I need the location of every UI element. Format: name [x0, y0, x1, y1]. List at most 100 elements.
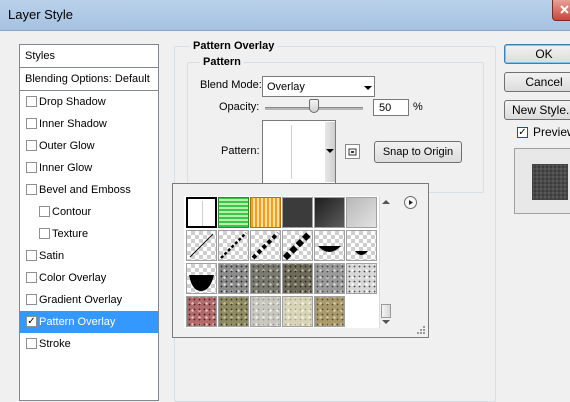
- opacity-value: 50: [379, 102, 392, 114]
- title-bar: Layer Style: [0, 0, 570, 31]
- style-item-label: Inner Shadow: [39, 118, 107, 130]
- pattern-swatch-red-granite[interactable]: [186, 296, 217, 327]
- opacity-unit: %: [413, 101, 423, 113]
- close-icon: [560, 5, 569, 14]
- chevron-down-icon: [364, 86, 372, 90]
- style-checkbox[interactable]: [26, 162, 37, 173]
- pattern-swatch-pale-stone[interactable]: [250, 296, 281, 327]
- popup-scrollbar[interactable]: [379, 196, 392, 328]
- style-item-label: Color Overlay: [39, 272, 107, 284]
- style-item-texture[interactable]: Texture: [20, 223, 158, 245]
- pattern-swatch-white-paper[interactable]: [186, 197, 217, 228]
- style-item-label: Contour: [52, 206, 92, 218]
- style-item-label: Stroke: [39, 338, 71, 350]
- style-item-pattern-overlay[interactable]: ✓ Pattern Overlay: [20, 311, 158, 333]
- style-item-label: Satin: [39, 250, 65, 262]
- resize-grip-icon[interactable]: [416, 325, 426, 335]
- close-button[interactable]: [552, 0, 570, 21]
- pattern-swatch-checker-diag-dash[interactable]: [250, 230, 281, 261]
- style-checkbox[interactable]: [26, 118, 37, 129]
- pattern-swatch-dark-gradient[interactable]: [314, 197, 345, 228]
- window-title: Layer Style: [8, 7, 74, 22]
- blending-options-item[interactable]: Blending Options: Default: [20, 68, 158, 91]
- style-checkbox[interactable]: [26, 140, 37, 151]
- pattern-swatch-granite-gray[interactable]: [218, 263, 249, 294]
- style-item-stroke[interactable]: Stroke: [20, 333, 158, 355]
- style-checkbox[interactable]: [26, 272, 37, 283]
- cancel-button[interactable]: Cancel: [504, 72, 570, 92]
- pattern-swatch-stone-gray[interactable]: [314, 263, 345, 294]
- style-checkbox[interactable]: [39, 206, 50, 217]
- styles-list: Styles Blending Options: Default Drop Sh…: [19, 44, 159, 401]
- pattern-swatch-speckled-white[interactable]: [346, 263, 377, 294]
- style-item-label: Inner Glow: [39, 162, 93, 174]
- scroll-up-icon[interactable]: [382, 200, 390, 204]
- ok-button[interactable]: OK: [504, 44, 570, 64]
- pattern-swatch-checker-diag-bold[interactable]: [282, 230, 313, 261]
- styles-header[interactable]: Styles: [20, 45, 158, 68]
- pattern-swatch-cream-stone[interactable]: [282, 296, 313, 327]
- style-item-satin[interactable]: Satin: [20, 245, 158, 267]
- pattern-swatch-rock-gray[interactable]: [250, 263, 281, 294]
- pattern-dropdown-button[interactable]: [325, 122, 335, 182]
- preview-label: Preview: [533, 125, 570, 139]
- style-item-bevel-and-emboss[interactable]: Bevel and Emboss: [20, 179, 158, 201]
- style-item-contour[interactable]: Contour: [20, 201, 158, 223]
- style-checkbox[interactable]: [39, 228, 50, 239]
- scroll-down-icon[interactable]: [382, 320, 390, 324]
- pattern-picker[interactable]: [262, 120, 336, 184]
- blend-mode-dropdown[interactable]: Overlay: [262, 76, 375, 97]
- blend-mode-label: Blend Mode:: [200, 79, 262, 91]
- pattern-overlay-title: Pattern Overlay: [190, 40, 278, 52]
- popup-menu-button[interactable]: [404, 196, 417, 209]
- style-checkbox[interactable]: [26, 184, 37, 195]
- pattern-swatch-green-maze[interactable]: [218, 197, 249, 228]
- style-item-label: Texture: [52, 228, 89, 240]
- scroll-thumb[interactable]: [381, 304, 391, 318]
- pattern-swatch-grid: [184, 196, 379, 328]
- style-item-label: Gradient Overlay: [39, 294, 123, 306]
- pattern-swatch-dark-gray[interactable]: [282, 197, 313, 228]
- new-preset-icon: [348, 148, 357, 156]
- opacity-input[interactable]: 50: [373, 99, 409, 116]
- pattern-swatch-olive-rock[interactable]: [218, 296, 249, 327]
- preview-checkbox[interactable]: ✓: [517, 127, 528, 138]
- style-item-inner-shadow[interactable]: Inner Shadow: [20, 113, 158, 135]
- pattern-popup: [172, 183, 429, 338]
- style-item-outer-glow[interactable]: Outer Glow: [20, 135, 158, 157]
- pattern-swatch-pebbles[interactable]: [282, 263, 313, 294]
- pattern-swatch-black-bowl[interactable]: [186, 263, 217, 294]
- style-checkbox[interactable]: [26, 338, 37, 349]
- style-item-label: Drop Shadow: [39, 96, 106, 108]
- pattern-swatch-light-gray[interactable]: [346, 197, 377, 228]
- style-item-color-overlay[interactable]: Color Overlay: [20, 267, 158, 289]
- snap-to-origin-button[interactable]: Snap to Origin: [374, 141, 462, 163]
- pattern-swatch-checker-diag-thin[interactable]: [186, 230, 217, 261]
- new-preset-button[interactable]: [345, 144, 360, 159]
- pattern-swatch-checker-semicircle-small[interactable]: [346, 230, 377, 261]
- pattern-label: Pattern:: [221, 145, 260, 157]
- style-item-label: Pattern Overlay: [39, 316, 116, 328]
- pattern-swatch-orange-maze[interactable]: [250, 197, 281, 228]
- pattern-current-swatch: [264, 122, 324, 182]
- style-item-gradient-overlay[interactable]: Gradient Overlay: [20, 289, 158, 311]
- chevron-down-icon: [326, 149, 334, 153]
- style-checkbox[interactable]: [26, 294, 37, 305]
- pattern-subgroup-title: Pattern: [200, 56, 244, 68]
- pattern-swatch-tan-stone[interactable]: [314, 296, 345, 327]
- pattern-swatch-checker-semicircle-black[interactable]: [314, 230, 345, 261]
- style-items: Drop Shadow Inner Shadow Outer Glow Inner G…: [20, 91, 158, 355]
- play-icon: [409, 200, 413, 205]
- style-item-label: Bevel and Emboss: [39, 184, 131, 196]
- pattern-swatch-checker-diag-medium[interactable]: [218, 230, 249, 261]
- style-item-drop-shadow[interactable]: Drop Shadow: [20, 91, 158, 113]
- new-style-button[interactable]: New Style...: [504, 100, 570, 120]
- style-item-inner-glow[interactable]: Inner Glow: [20, 157, 158, 179]
- preview-frame: [514, 148, 570, 214]
- style-item-label: Outer Glow: [39, 140, 95, 152]
- blend-mode-value: Overlay: [267, 81, 305, 93]
- opacity-slider-thumb[interactable]: [309, 99, 319, 113]
- style-checkbox[interactable]: [26, 96, 37, 107]
- style-checkbox[interactable]: ✓: [26, 316, 37, 327]
- style-checkbox[interactable]: [26, 250, 37, 261]
